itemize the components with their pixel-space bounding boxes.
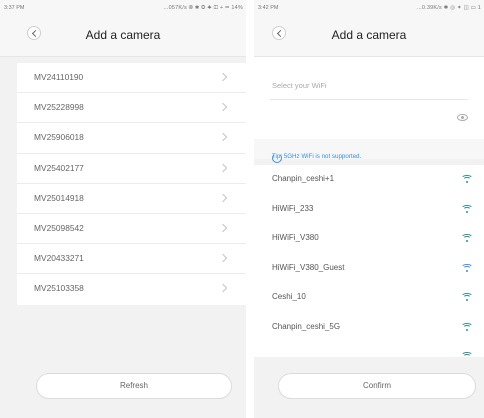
- network-name: Chanpin_ceshi_5G: [272, 321, 341, 331]
- camera-row[interactable]: MV24110190: [17, 63, 246, 94]
- wifi-icon: [461, 263, 473, 272]
- chevron-right-icon: [218, 163, 228, 172]
- wifi-select-input[interactable]: Select your WiFi: [270, 75, 468, 100]
- camera-row[interactable]: MV25402177: [17, 154, 246, 184]
- camera-row[interactable]: MV25228998: [17, 93, 246, 124]
- chevron-right-icon: [218, 133, 228, 142]
- header: Add a camera: [254, 16, 484, 57]
- network-item[interactable]: Chanpin_ceshi+1: [254, 165, 484, 195]
- wifi-icon: [461, 204, 473, 213]
- network-name: Chanpin_ceshi+1: [272, 174, 335, 183]
- wifi-icon: [461, 322, 473, 331]
- network-name: Ceshi_10: [272, 292, 306, 301]
- camera-id: MV24110190: [34, 72, 84, 82]
- camera-row[interactable]: MV25103358: [17, 274, 246, 304]
- status-time: 3:37 PM: [4, 5, 25, 11]
- network-item[interactable]: Chanpin_ceshi_5G: [254, 313, 484, 343]
- status-bar: 3:37 PM ...057K/s ⦾ ✱ ◎ ✦ ◫ + ▭ 14%: [0, 0, 246, 16]
- wifi-network-list: Chanpin_ceshi+1 HiWiFi_233 HiWiFi_V380 H…: [254, 165, 484, 357]
- wifi-icon: [461, 175, 473, 183]
- camera-list-screen: 3:37 PM ...057K/s ⦾ ✱ ◎ ✦ ◫ + ▭ 14% Add …: [0, 0, 246, 418]
- network-name: HiWiFi_233: [272, 203, 314, 213]
- network-name: HiWiFi_V380: [272, 233, 319, 242]
- refresh-icon[interactable]: [272, 153, 282, 163]
- wifi-select-screen: 3:42 PM ...0.39K/s ✱ ◎ ✦ ◫ ▭ 1 Add a cam…: [254, 0, 484, 418]
- chevron-right-icon: [218, 223, 228, 233]
- network-name: HiWiFi_V380_Guest: [272, 262, 345, 272]
- refresh-button[interactable]: Refresh: [36, 373, 232, 399]
- network-item[interactable]: HiWiFi_V380: [254, 224, 484, 254]
- camera-row[interactable]: MV25014918: [17, 184, 246, 214]
- header: Add a camera: [0, 16, 246, 57]
- wifi-icon: [461, 293, 473, 301]
- camera-id: MV25098542: [34, 222, 84, 233]
- camera-list: MV24110190 MV25228998 MV25906018 MV25402…: [17, 63, 246, 305]
- chevron-right-icon: [218, 193, 228, 202]
- network-item[interactable]: HiWiFi_233: [254, 195, 484, 225]
- confirm-button[interactable]: Confirm: [278, 373, 476, 399]
- tip-bar: Tip: 5GHz WiFi is not supported.: [254, 139, 484, 163]
- camera-id: MV25014918: [34, 192, 84, 203]
- wifi-placeholder: Select your WiFi: [272, 81, 327, 90]
- page-title: Add a camera: [331, 28, 407, 42]
- camera-id: MV25228998: [34, 102, 84, 113]
- status-time: 3:42 PM: [258, 5, 279, 11]
- camera-id: MV20433271: [34, 253, 84, 264]
- camera-row[interactable]: MV25906018: [17, 123, 246, 154]
- camera-id: MV25906018: [34, 132, 84, 143]
- chevron-right-icon: [218, 102, 228, 112]
- chevron-right-icon: [218, 253, 228, 263]
- camera-row[interactable]: MV20433271: [17, 244, 246, 275]
- eye-icon[interactable]: [457, 114, 468, 121]
- network-item[interactable]: HiWiFi_V380_Guest: [254, 254, 484, 284]
- status-bar: 3:42 PM ...0.39K/s ✱ ◎ ✦ ◫ ▭ 1: [254, 0, 484, 16]
- wifi-icon: [461, 234, 473, 242]
- camera-row[interactable]: MV25098542: [17, 214, 246, 245]
- tip-text: Tip: 5GHz WiFi is not supported.: [272, 153, 362, 160]
- chevron-right-icon: [218, 72, 228, 82]
- wifi-icon: [461, 352, 473, 357]
- status-icons: ...057K/s ⦾ ✱ ◎ ✦ ◫ + ▭ 14%: [163, 5, 243, 11]
- network-item-partial[interactable]: [254, 342, 484, 357]
- camera-id: MV25103358: [34, 283, 84, 294]
- status-icons: ...0.39K/s ✱ ◎ ✦ ◫ ▭ 1: [416, 5, 481, 11]
- wifi-form: Select your WiFi: [254, 57, 484, 139]
- camera-id: MV25402177: [34, 162, 84, 173]
- page-title: Add a camera: [85, 28, 161, 42]
- password-input[interactable]: [270, 103, 468, 127]
- network-item[interactable]: Ceshi_10: [254, 283, 484, 313]
- chevron-right-icon: [218, 284, 228, 293]
